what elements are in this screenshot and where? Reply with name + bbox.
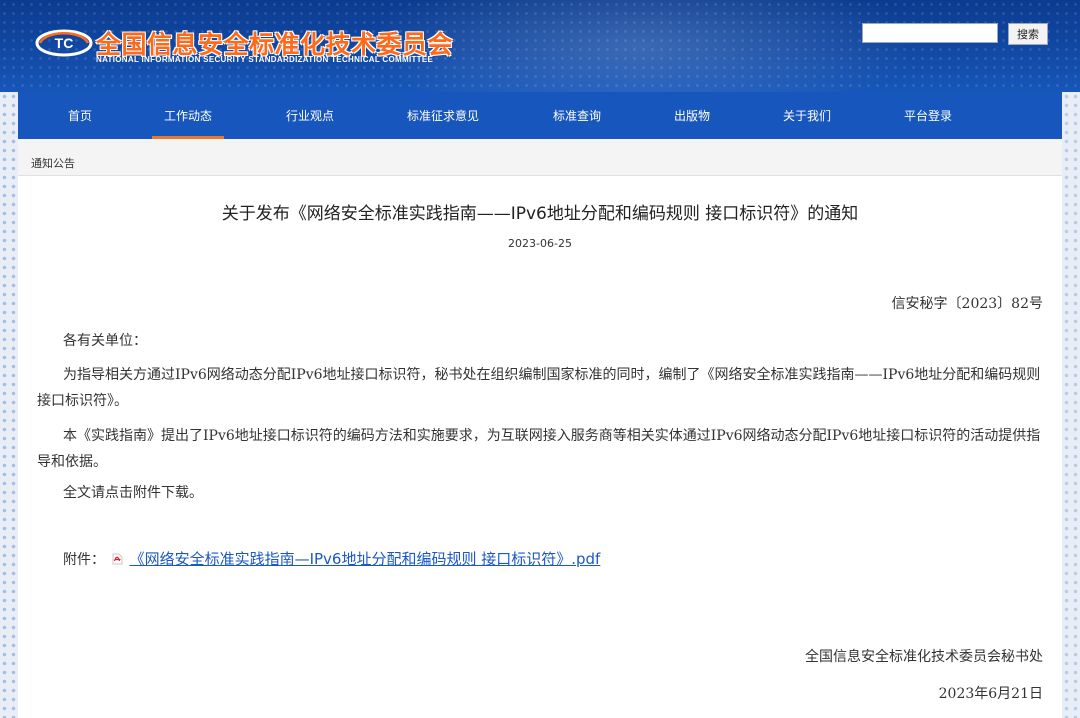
pdf-file-icon — [112, 553, 123, 565]
breadcrumb[interactable]: 通知公告 — [31, 155, 75, 171]
nav-item-industry-views[interactable]: 行业观点 — [255, 92, 365, 139]
attachment-download-link[interactable]: 《网络安全标准实践指南—IPv6地址分配和编码规则 接口标识符》.pdf — [130, 550, 601, 568]
salutation: 各有关单位： — [63, 333, 147, 349]
nav-item-work-news[interactable]: 工作动态 — [133, 92, 243, 139]
body-paragraph: 本《实践指南》提出了IPv6地址接口标识符的编码方法和实施要求，为互联网接入服务… — [37, 428, 1041, 470]
org-name-en: NATIONAL INFORMATION SECURITY STANDARDIZ… — [96, 55, 434, 64]
attachment-row: 附件： 《网络安全标准实践指南—IPv6地址分配和编码规则 接口标识符》.pdf — [63, 548, 600, 569]
body-paragraph: 全文请点击附件下载。 — [63, 485, 203, 501]
left-dot-pattern — [0, 92, 18, 718]
search-input[interactable] — [862, 23, 998, 43]
nav-item-standard-comments[interactable]: 标准征求意见 — [388, 92, 498, 139]
signature: 全国信息安全标准化技术委员会秘书处 — [805, 649, 1043, 665]
nav-item-platform-login[interactable]: 平台登录 — [873, 92, 983, 139]
nav-item-standard-query[interactable]: 标准查询 — [522, 92, 632, 139]
main-nav: 首页 工作动态 行业观点 标准征求意见 标准查询 出版物 关于我们 平台登录 — [18, 92, 1062, 139]
document-number: 信安秘字〔2023〕82号 — [891, 296, 1043, 312]
logo-mark-text: TC — [55, 35, 74, 51]
breadcrumb-bar: 通知公告 — [18, 139, 1062, 176]
signature-date: 2023年6月21日 — [938, 686, 1043, 702]
article-title: 关于发布《网络安全标准实践指南——IPv6地址分配和编码规则 接口标识符》的通知 — [221, 204, 859, 224]
main-content: 通知公告 关于发布《网络安全标准实践指南——IPv6地址分配和编码规则 接口标识… — [18, 139, 1062, 718]
nav-item-about-us[interactable]: 关于我们 — [752, 92, 862, 139]
nav-item-home[interactable]: 首页 — [25, 92, 135, 139]
right-dot-pattern — [1062, 92, 1080, 718]
article-date: 2023-06-25 — [508, 237, 572, 250]
nav-item-publications[interactable]: 出版物 — [637, 92, 747, 139]
site-header: TC 全国信息安全标准化技术委员会 NATIONAL INFORMATION S… — [0, 0, 1080, 92]
search-button[interactable]: 搜索 — [1008, 23, 1048, 45]
body-paragraph: 为指导相关方通过IPv6网络动态分配IPv6地址接口标识符，秘书处在组织编制国家… — [37, 367, 1041, 409]
tc-logo-icon[interactable]: TC — [34, 28, 94, 58]
attachment-label: 附件： — [63, 552, 105, 568]
